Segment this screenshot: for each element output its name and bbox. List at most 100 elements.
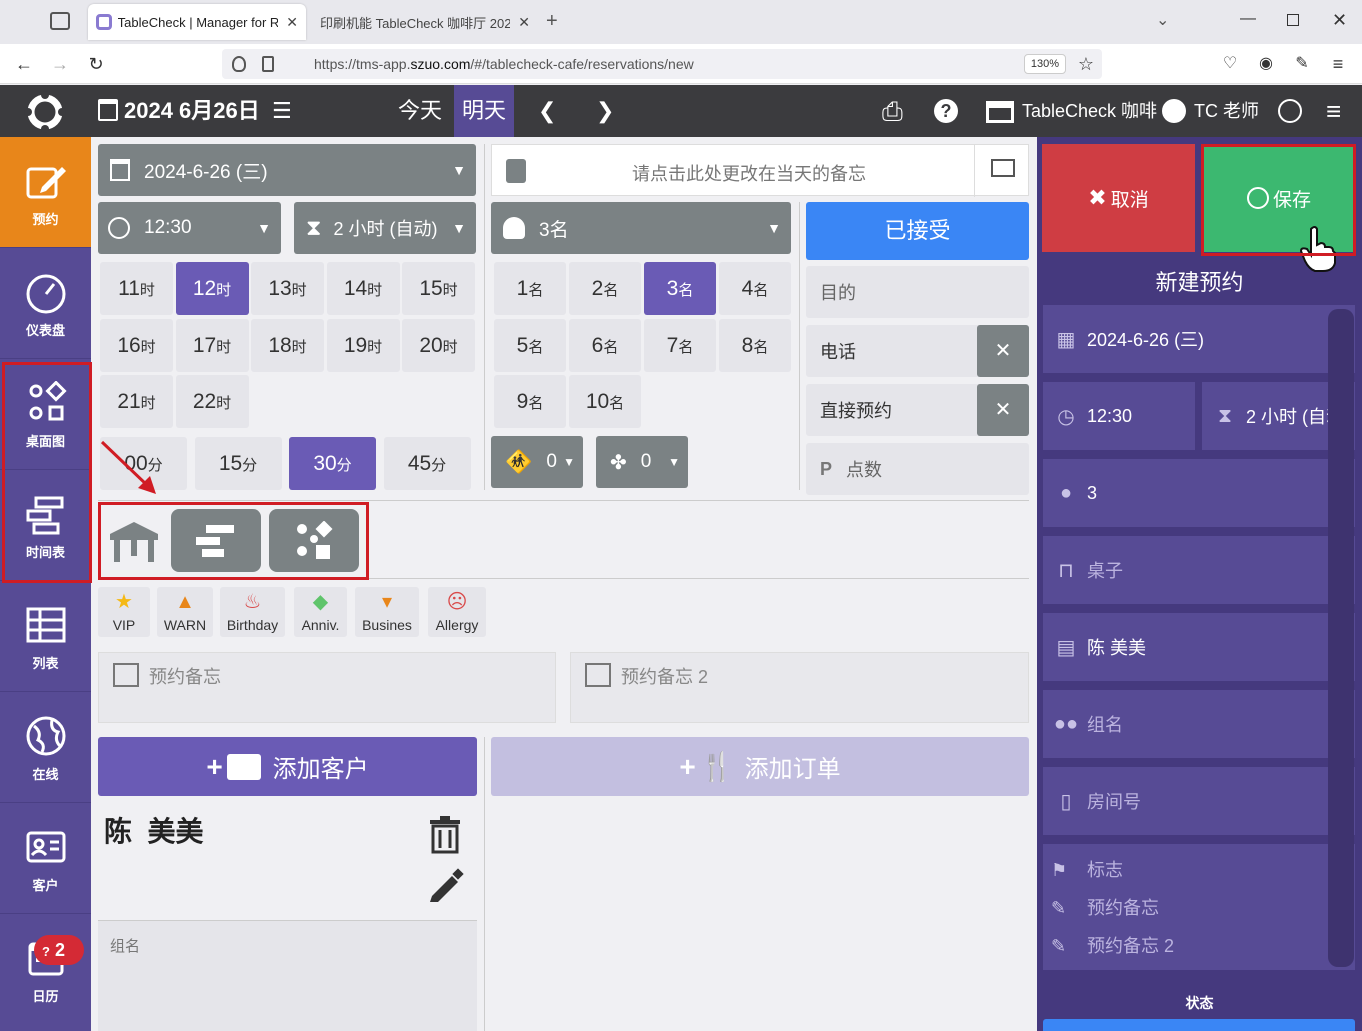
party-option-1[interactable]: 1名	[494, 262, 566, 315]
close-tab-icon[interactable]: ✕	[286, 14, 298, 31]
sidebar-item-calendar[interactable]: 日历	[0, 914, 91, 1025]
url-input[interactable]: https://tms-app.szuo.com/#/tablecheck-ca…	[222, 49, 1102, 79]
tab-list-icon[interactable]	[50, 12, 70, 30]
user-name[interactable]: TC 老师	[1194, 85, 1259, 137]
hour-option-15[interactable]: 15时	[402, 262, 475, 315]
duration-select[interactable]: ⧗ 2 小时 (自动) ▼	[294, 202, 476, 254]
back-arrow-icon[interactable]: ←	[12, 52, 36, 76]
hour-option-14[interactable]: 14时	[326, 262, 400, 315]
party-option-4[interactable]: 4名	[719, 262, 791, 315]
sidebar-item-customers[interactable]: 客户	[0, 803, 91, 914]
minute-option-30[interactable]: 30分	[289, 437, 376, 490]
bookmark-star-icon[interactable]: ☆	[1074, 52, 1098, 76]
status-bar[interactable]	[1043, 1019, 1355, 1031]
date-select[interactable]: 2024-6-26 (三) ▼	[98, 144, 476, 196]
close-window-icon[interactable]: ✕	[1332, 10, 1347, 31]
shield-icon[interactable]	[232, 56, 246, 72]
summary-date-row[interactable]: ▦ 2024-6-26 (三)	[1043, 305, 1355, 373]
clear-phone-icon[interactable]: ✕	[977, 325, 1029, 377]
sidebar-item-list[interactable]: 列表	[0, 581, 91, 692]
minute-option-15[interactable]: 15分	[194, 437, 282, 490]
extensions-icon[interactable]: ✎	[1290, 52, 1314, 76]
today-button[interactable]: 今天	[398, 85, 442, 137]
prev-day-icon[interactable]: ❮	[538, 85, 556, 137]
summary-time-row[interactable]: ◷ 12:30	[1043, 382, 1195, 450]
purpose-field[interactable]: 目的	[806, 266, 1029, 318]
close-tab-icon[interactable]: ✕	[518, 14, 530, 31]
reservation-note-1[interactable]: 预约备忘	[98, 652, 556, 723]
globe-icon[interactable]	[1278, 99, 1302, 123]
sidebar-item-dashboard[interactable]: 仪表盘	[0, 248, 91, 359]
tag-warn[interactable]: ▲ WARN	[157, 587, 213, 637]
tag-vip[interactable]: ★ VIP	[98, 587, 150, 637]
party-option-5[interactable]: 5名	[494, 318, 566, 372]
clear-direct-icon[interactable]: ✕	[977, 384, 1029, 436]
group-field[interactable]: 组名	[98, 920, 477, 1031]
summary-group-row[interactable]: ●● 组名	[1043, 690, 1355, 758]
new-tab-icon[interactable]: +	[546, 10, 558, 33]
hour-option-20[interactable]: 20时	[402, 318, 475, 372]
tab-tablecheck[interactable]: TableCheck | Manager for Rest ✕	[88, 4, 306, 40]
summary-room-row[interactable]: ▯ 房间号	[1043, 767, 1355, 835]
reload-icon[interactable]: ↻	[84, 52, 108, 76]
tab-print[interactable]: 印刷机能 TableCheck 咖啡厅 2024- ✕	[312, 4, 538, 40]
hour-option-18[interactable]: 18时	[251, 318, 324, 372]
date-menu-icon[interactable]: ☰	[272, 85, 292, 137]
print-icon[interactable]: ⎙	[882, 85, 903, 137]
forward-arrow-icon[interactable]: →	[48, 52, 72, 76]
party-option-6[interactable]: 6名	[569, 318, 641, 372]
tomorrow-button[interactable]: 明天	[454, 85, 514, 137]
account-icon[interactable]: ◉	[1254, 52, 1278, 76]
hour-option-19[interactable]: 19时	[326, 318, 400, 372]
pencil-icon[interactable]	[428, 868, 464, 904]
hour-option-17[interactable]: 17时	[175, 318, 249, 372]
cancel-button[interactable]: ✖ 取消	[1042, 144, 1195, 252]
add-order-button[interactable]: + 🍴 添加订单	[491, 737, 1029, 796]
minute-option-45[interactable]: 45分	[383, 437, 471, 490]
next-day-icon[interactable]: ❯	[596, 85, 614, 137]
summary-customer-row[interactable]: ▤ 陈 美美	[1043, 613, 1355, 681]
menu-icon[interactable]: ≡	[1326, 52, 1350, 76]
sidebar-item-reservation[interactable]: 预约	[0, 137, 91, 248]
hour-option-13[interactable]: 13时	[251, 262, 324, 315]
points-field[interactable]: P 点数	[806, 443, 1029, 495]
calendar-icon[interactable]	[98, 99, 118, 121]
party-size-select[interactable]: 3名 ▼	[491, 202, 791, 254]
summary-party-row[interactable]: ● 3	[1043, 459, 1355, 527]
user-avatar-icon[interactable]	[1162, 99, 1186, 123]
children-select[interactable]: 🚸 0 ▼	[491, 436, 583, 488]
trash-icon[interactable]	[428, 816, 462, 854]
tag-anniversary[interactable]: ◆ Anniv.	[294, 587, 347, 637]
reservation-note-2[interactable]: 预约备忘 2	[570, 652, 1029, 723]
pocket-icon[interactable]: ♡	[1218, 52, 1242, 76]
lock-icon[interactable]	[262, 56, 274, 72]
help-icon[interactable]: ?	[934, 99, 958, 123]
add-customer-button[interactable]: + 添加客户	[98, 737, 477, 796]
party-option-7[interactable]: 7名	[644, 318, 716, 372]
hamburger-menu-icon[interactable]: ≡	[1326, 85, 1341, 137]
party-option-8[interactable]: 8名	[719, 318, 791, 372]
tablecheck-logo-icon[interactable]	[24, 91, 66, 133]
panel-scrollbar[interactable]	[1328, 309, 1354, 967]
minimize-icon[interactable]: —	[1240, 10, 1256, 28]
maximize-icon[interactable]	[1287, 14, 1299, 26]
tag-birthday[interactable]: ♨ Birthday	[220, 587, 285, 637]
baby-select[interactable]: ✤ 0 ▼	[596, 436, 688, 488]
hour-option-22[interactable]: 22时	[175, 375, 249, 428]
hour-option-12[interactable]: 12时	[175, 262, 249, 315]
day-memo-bar[interactable]: 请点击此处更改在当天的备忘	[491, 144, 1030, 197]
party-option-2[interactable]: 2名	[569, 262, 641, 315]
summary-table-row[interactable]: ⊓ 桌子	[1043, 536, 1355, 604]
sidebar-item-online[interactable]: 在线	[0, 692, 91, 803]
time-select[interactable]: 12:30 ▼	[98, 202, 281, 254]
chevron-down-icon[interactable]: ⌄	[1156, 10, 1169, 30]
venue-name[interactable]: TableCheck 咖啡	[1022, 85, 1157, 137]
status-accepted-button[interactable]: 已接受	[806, 202, 1029, 260]
header-date[interactable]: 2024 6月26日	[124, 85, 260, 137]
hour-option-11[interactable]: 11时	[100, 262, 173, 315]
store-icon[interactable]	[986, 101, 1014, 123]
party-option-3[interactable]: 3名	[644, 262, 716, 315]
presentation-icon[interactable]	[974, 145, 1030, 197]
party-option-10[interactable]: 10名	[569, 375, 641, 428]
zoom-level[interactable]: 130%	[1024, 54, 1066, 74]
